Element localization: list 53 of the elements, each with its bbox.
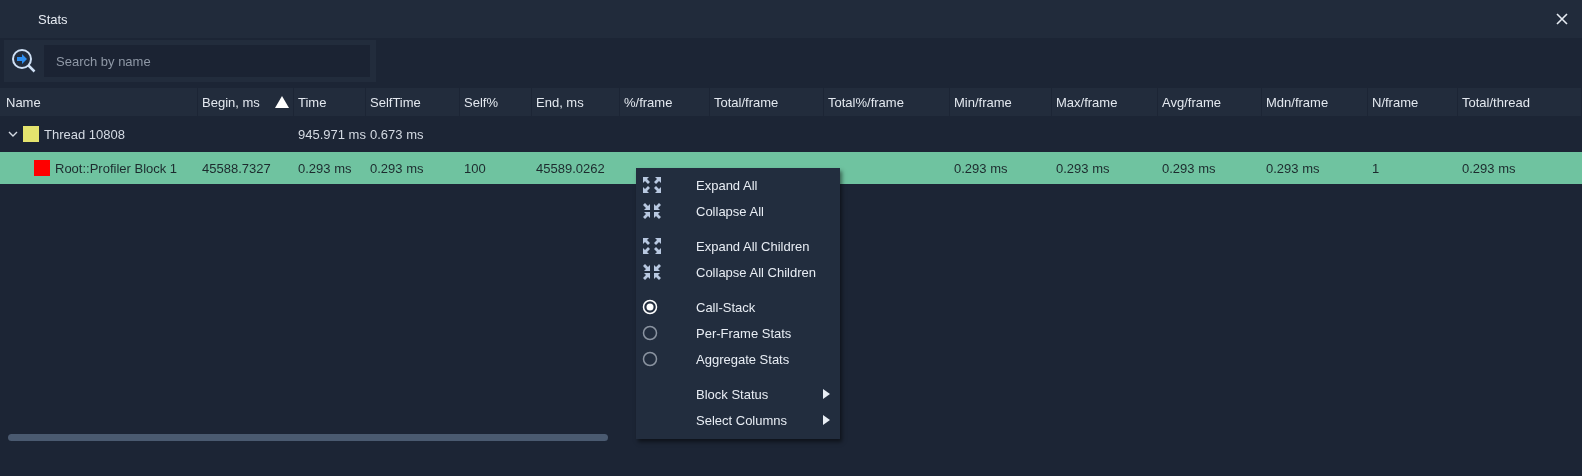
column-header[interactable]: Total%/frame bbox=[824, 88, 950, 116]
column-header[interactable]: Name bbox=[2, 88, 198, 116]
expand-icon bbox=[642, 237, 662, 255]
column-header[interactable]: Begin, ms bbox=[198, 88, 294, 116]
table-cell-text: 945.971 ms bbox=[297, 126, 366, 142]
table-cell-text: 0.293 ms bbox=[297, 160, 353, 176]
menu-item[interactable]: Collapse All bbox=[636, 198, 840, 224]
table-cell-text: 100 bbox=[463, 160, 487, 176]
column-header[interactable]: %/frame bbox=[620, 88, 710, 116]
collapse-icon bbox=[642, 202, 662, 220]
column-header[interactable]: N/frame bbox=[1368, 88, 1458, 116]
radio-button[interactable] bbox=[642, 351, 658, 367]
table-cell-text: 0.293 ms bbox=[1055, 160, 1111, 176]
column-header[interactable]: Avg/frame bbox=[1158, 88, 1262, 116]
window-title: Stats bbox=[38, 11, 68, 27]
column-header[interactable]: Mdn/frame bbox=[1262, 88, 1368, 116]
row-name: Thread 10808 bbox=[44, 126, 125, 142]
menu-item[interactable]: Expand All Children bbox=[636, 233, 840, 259]
menu-item[interactable]: Select Columns bbox=[636, 407, 840, 433]
column-header[interactable]: Self% bbox=[460, 88, 532, 116]
menu-item[interactable]: Block Status bbox=[636, 381, 840, 407]
menu-item[interactable]: Aggregate Stats bbox=[636, 346, 840, 372]
menu-item[interactable]: Per-Frame Stats bbox=[636, 320, 840, 346]
column-header[interactable]: Total/thread bbox=[1458, 88, 1582, 116]
table-cell-text: 0.293 ms bbox=[1161, 160, 1217, 176]
collapse-icon bbox=[642, 263, 662, 281]
submenu-arrow-icon bbox=[823, 415, 830, 425]
radio-button[interactable] bbox=[642, 325, 658, 341]
column-header[interactable]: Max/frame bbox=[1052, 88, 1158, 116]
menu-item[interactable]: Collapse All Children bbox=[636, 259, 840, 285]
table-cell-text: 0.293 ms bbox=[1265, 160, 1321, 176]
column-header[interactable]: Time bbox=[294, 88, 366, 116]
scrollbar[interactable] bbox=[8, 434, 608, 441]
table-cell-text: 0.293 ms bbox=[1461, 160, 1517, 176]
column-header[interactable]: Total/frame bbox=[710, 88, 824, 116]
row-name: Root::Profiler Block 1 bbox=[55, 160, 178, 176]
search-field[interactable]: Search by name bbox=[44, 45, 370, 77]
column-header[interactable]: End, ms bbox=[532, 88, 620, 116]
search-icon[interactable] bbox=[10, 47, 38, 75]
table-cell-text: 45588.7327 bbox=[201, 160, 272, 176]
column-header[interactable]: SelfTime bbox=[366, 88, 460, 116]
table-cell-text: 0.673 ms bbox=[369, 126, 425, 142]
table-cell-text: 45589.0262 bbox=[535, 160, 606, 176]
table-cell-text: 0.293 ms bbox=[369, 160, 425, 176]
menu-item[interactable]: Call-Stack bbox=[636, 294, 840, 320]
expand-caret-icon[interactable] bbox=[8, 130, 18, 138]
close-icon[interactable] bbox=[1556, 13, 1568, 25]
expand-icon bbox=[642, 176, 662, 194]
table-cell-text: 0.293 ms bbox=[953, 160, 1009, 176]
column-header[interactable]: Min/frame bbox=[950, 88, 1052, 116]
submenu-arrow-icon bbox=[823, 389, 830, 399]
table-cell-text: 1 bbox=[1371, 160, 1381, 176]
table-row[interactable]: Thread 10808 945.971 ms 0.673 ms bbox=[0, 118, 1582, 150]
